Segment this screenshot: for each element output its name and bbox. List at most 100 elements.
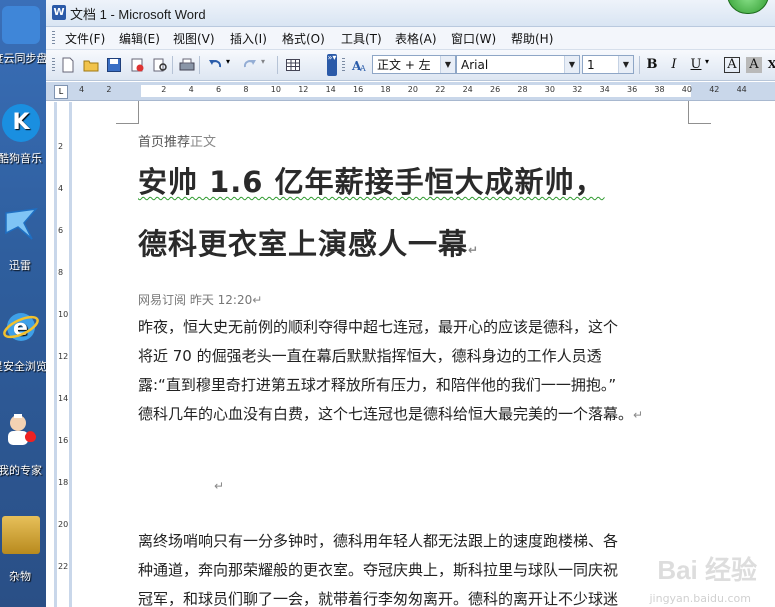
toolbar-separator (277, 56, 278, 74)
styles-pane-icon[interactable]: AA (351, 57, 367, 73)
crop-mark-top-left (116, 101, 139, 124)
paragraph-line: 昨夜，恒大史无前例的顺利夺得中超七连冠，最开心的应该是德科，这个 (138, 318, 619, 336)
print-icon[interactable] (179, 57, 195, 73)
ruler-number: 12 (298, 85, 309, 94)
paragraph-line: 离终场哨响只有一分多钟时，德科用年轻人都无法跟上的速度跑楼梯、各 (138, 532, 619, 550)
permission-icon[interactable] (129, 57, 145, 73)
menu-file[interactable]: 文件(F) (62, 30, 108, 47)
toolbar-grip-icon[interactable] (342, 58, 345, 72)
kugou-icon: K (2, 104, 40, 142)
word-app-icon[interactable]: W (52, 5, 66, 20)
undo-icon[interactable] (207, 57, 223, 73)
svg-text:A: A (359, 64, 366, 73)
print-preview-icon[interactable] (152, 57, 168, 73)
paragraph-1: 昨夜，恒大史无前例的顺利夺得中超七连冠，最开心的应该是德科，这个 将近 70 的… (138, 313, 643, 430)
toolbar: ▾ ▾ »▾ AA 正文 + 左 ▼ Arial ▼ 1 ▼ B I U ▾ A… (46, 50, 775, 81)
ruler-number: 32 (572, 85, 583, 94)
toolbar-overflow-icon[interactable]: »▾ (327, 54, 337, 76)
toolbar-grip-icon[interactable] (52, 58, 55, 72)
ruler-number: 26 (490, 85, 501, 94)
ruler-number: 2 (106, 85, 112, 94)
ruler-number: 2 (161, 85, 167, 94)
menubar-grip-icon[interactable] (52, 31, 55, 45)
title-bar[interactable]: W 文档 1 - Microsoft Word (46, 0, 775, 27)
word-window: W 文档 1 - Microsoft Word 文件(F) 编辑(E) 视图(V… (46, 0, 775, 607)
ie-browser-icon: e (2, 308, 40, 346)
folder-icon (2, 516, 40, 554)
document-area[interactable]: 首页推荐正文 安帅 1.6 亿年薪接手恒大成新帅， 德科更衣室上演感人一幕↵ 网… (74, 101, 775, 607)
chevron-down-icon[interactable]: ▼ (618, 56, 633, 73)
bold-button[interactable]: B (644, 57, 660, 73)
paragraph-mark-icon: ↵ (468, 243, 480, 257)
breadcrumb: 首页推荐正文 (138, 131, 216, 150)
menu-edit[interactable]: 编辑(E) (116, 30, 163, 47)
char-shading-button[interactable]: A (746, 57, 762, 73)
ruler-number: 16 (353, 85, 364, 94)
desktop-icon-label: 迅雷 (9, 259, 31, 272)
underline-button[interactable]: U (688, 57, 704, 73)
redo-icon[interactable] (242, 57, 258, 73)
font-size-value: 1 (587, 58, 595, 72)
underline-dropdown-icon[interactable]: ▾ (705, 57, 721, 73)
redo-dropdown-icon[interactable]: ▾ (261, 57, 277, 73)
menu-view[interactable]: 视图(V) (170, 30, 218, 47)
paragraph-mark-icon: ↵ (252, 293, 263, 307)
chevron-down-icon[interactable]: ▼ (440, 56, 455, 73)
article-meta-text: 网易订阅 昨天 12:20 (138, 293, 253, 307)
char-scale-button[interactable]: X (764, 57, 775, 73)
paragraph-line: 种通道，奔向那荣耀般的更衣室。夺冠庆典上，斯科拉里与球队一同庆祝 (138, 561, 619, 579)
vruler-number: 18 (58, 478, 69, 487)
ruler-number: 28 (517, 85, 528, 94)
paragraph-line: 将近 70 的倔强老头一直在幕后默默指挥恒大，德科身边的工作人员透 (138, 347, 602, 365)
style-select[interactable]: 正文 + 左 ▼ (372, 55, 456, 74)
vruler-number: 8 (58, 268, 64, 277)
breadcrumb-home[interactable]: 首页推荐 (138, 135, 190, 150)
ruler-number: 22 (435, 85, 446, 94)
paragraph-mark-icon: ↵ (214, 479, 225, 493)
paragraph-2: 离终场哨响只有一分多钟时，德科用年轻人都无法跟上的速度跑楼梯、各 种通道，奔向那… (138, 527, 618, 607)
undo-dropdown-icon[interactable]: ▾ (226, 57, 242, 73)
desktop-icon-label: 星安全浏览器 (0, 360, 46, 373)
new-document-icon[interactable] (60, 57, 76, 73)
horizontal-ruler[interactable]: L 4 2 2 4 6 8 10 12 14 16 18 20 22 24 26 28 30 32 34 36 38 40… (46, 82, 775, 101)
desktop-icon-label: 杂物 (9, 570, 31, 583)
font-size-select[interactable]: 1 ▼ (582, 55, 634, 74)
ruler-number: 34 (599, 85, 610, 94)
paragraph-line: 德科几年的心血没有白费，这个七连冠也是德科给恒大最完美的一个落幕。 (138, 405, 634, 423)
ruler-number: 18 (380, 85, 391, 94)
tab-selector-icon[interactable]: L (54, 85, 68, 99)
vruler-number: 20 (58, 520, 69, 529)
menu-window[interactable]: 窗口(W) (448, 30, 499, 47)
desktop-strip: 度云同步盘 K 酷狗音乐 迅雷 e 星安全浏览器 我的专家 杂物 (0, 0, 46, 607)
italic-button[interactable]: I (666, 57, 682, 73)
vruler-number: 22 (58, 562, 69, 571)
ruler-number: 30 (544, 85, 555, 94)
green-orb-icon[interactable] (727, 0, 769, 14)
menu-tools[interactable]: 工具(T) (338, 30, 385, 47)
headline-line-1: 安帅 1.6 亿年薪接手恒大成新帅， (138, 159, 605, 201)
ruler-number: 8 (243, 85, 249, 94)
desktop-icon-label: 我的专家 (0, 464, 42, 477)
char-border-button[interactable]: A (724, 57, 740, 73)
vertical-ruler[interactable]: 2 4 6 8 10 12 14 16 18 20 22 (54, 102, 72, 607)
watermark-url: jingyan.baidu.com (649, 592, 751, 605)
open-folder-icon[interactable] (83, 57, 99, 73)
menu-format[interactable]: 格式(O) (279, 30, 328, 47)
menu-insert[interactable]: 插入(I) (227, 30, 270, 47)
article-meta: 网易订阅 昨天 12:20↵ (138, 291, 262, 308)
vruler-number: 6 (58, 226, 64, 235)
desktop-icon-label: 度云同步盘 (0, 52, 46, 65)
style-select-value: 正文 + 左 (377, 58, 431, 72)
ruler-number: 44 (736, 85, 747, 94)
font-select[interactable]: Arial ▼ (456, 55, 580, 74)
menu-table[interactable]: 表格(A) (392, 30, 440, 47)
menu-help[interactable]: 帮助(H) (508, 30, 556, 47)
ruler-number: 40 (681, 85, 692, 94)
empty-paragraph: ↵ (214, 479, 224, 493)
ruler-number: 4 (188, 85, 194, 94)
paragraph-line: 露:“直到穆里奇打进第五球才释放所有压力，和陪伴他的我们一一拥抱。” (138, 376, 617, 394)
desktop-icon-label: 酷狗音乐 (0, 152, 42, 165)
insert-table-icon[interactable] (285, 57, 301, 73)
save-icon[interactable] (106, 57, 122, 73)
chevron-down-icon[interactable]: ▼ (564, 56, 579, 73)
